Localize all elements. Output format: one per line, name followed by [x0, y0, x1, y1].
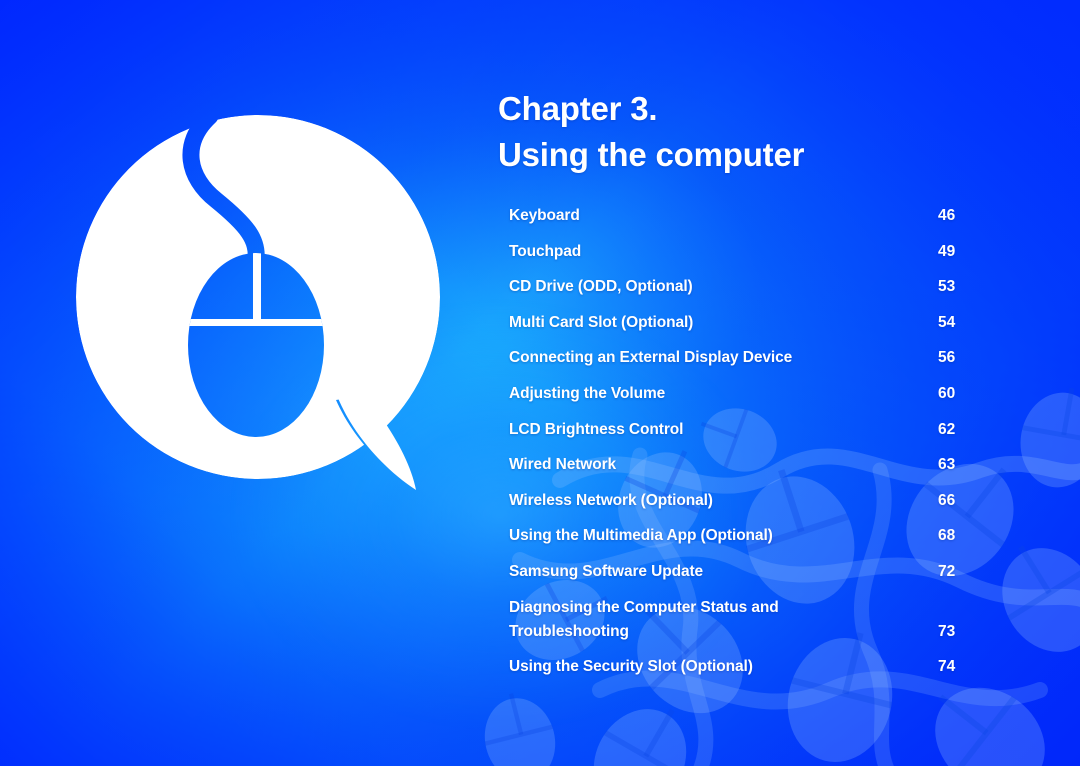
toc-entry-label: Wired Network — [498, 447, 924, 477]
chapter-title-text: Using the computer — [498, 136, 805, 173]
toc-entry[interactable]: CD Drive (ODD, Optional) 53 — [498, 269, 998, 305]
toc-entry[interactable]: Connecting an External Display Device 56 — [498, 340, 998, 376]
page-title: Chapter 3. Using the computer — [498, 86, 1018, 178]
toc-entry-label: CD Drive (ODD, Optional) — [498, 269, 924, 299]
toc-entry-label: Touchpad — [498, 234, 924, 264]
toc-entry-label-line1: Multi Card Slot (Optional) — [509, 313, 694, 331]
toc-entry-page-number: 68 — [938, 527, 956, 545]
toc-entry-label-line1: Connecting an External Display Device — [509, 349, 793, 367]
toc-entry-page-number: 54 — [938, 313, 956, 331]
toc-entry-page-number: 63 — [938, 456, 956, 474]
toc-entry-label: Connecting an External Display Device — [498, 340, 924, 370]
toc-entry-label-line1: Using the Security Slot (Optional) — [509, 657, 753, 675]
toc-entry-page-number: 62 — [938, 420, 956, 438]
table-of-contents: Keyboard 46 Touchpad 49 CD Drive (ODD, Optio… — [498, 198, 998, 684]
toc-entry-label: Wireless Network (Optional) — [498, 483, 924, 513]
toc-entry-page-number: 46 — [938, 207, 956, 224]
toc-entry-label: Keyboard — [498, 198, 924, 228]
toc-entry-label-line1: Diagnosing the Computer Status and — [509, 598, 779, 616]
toc-entry-label-line1: CD Drive (ODD, Optional) — [509, 278, 693, 296]
toc-entry[interactable]: Touchpad 49 — [498, 234, 998, 270]
chapter-cover-page: Chapter 3. Using the computer Keyboard 46… — [0, 0, 1080, 766]
cover-content: Chapter 3. Using the computer Keyboard 46… — [498, 86, 1018, 684]
toc-entry-label: Samsung Software Update — [498, 554, 924, 584]
toc-entry[interactable]: Wireless Network (Optional) 66 — [498, 483, 998, 519]
toc-entry-page-number: 66 — [938, 491, 956, 509]
toc-entry-label: Using the Security Slot (Optional) — [498, 649, 924, 679]
toc-entry-page-number: 74 — [938, 657, 956, 675]
toc-entry-page-number: 49 — [938, 242, 956, 260]
toc-entry-label: LCD Brightness Control — [498, 412, 924, 442]
toc-entry-page-number: 56 — [938, 349, 956, 367]
toc-entry[interactable]: Adjusting the Volume 60 — [498, 376, 998, 412]
toc-entry[interactable]: Diagnosing the Computer Status and Troubl… — [498, 590, 998, 649]
toc-entry[interactable]: Multi Card Slot (Optional) 54 — [498, 305, 998, 341]
toc-entry-label-line2: Troubleshooting — [509, 622, 629, 640]
toc-entry[interactable]: Wired Network 63 — [498, 447, 998, 483]
toc-entry-page-number: 60 — [938, 384, 956, 402]
toc-entry-label: Diagnosing the Computer Status and Troubl… — [498, 590, 924, 644]
mouse-in-circle-illustration — [76, 115, 440, 490]
toc-entry-label-line1: Using the Multimedia App (Optional) — [509, 527, 773, 545]
toc-entry-label-line1: Wired Network — [509, 456, 617, 474]
toc-entry[interactable]: Using the Multimedia App (Optional) 68 — [498, 518, 998, 554]
toc-entry[interactable]: Keyboard 46 — [498, 198, 998, 234]
toc-entry-label: Adjusting the Volume — [498, 376, 924, 406]
toc-entry-label-line1: Keyboard — [509, 207, 580, 224]
toc-entry-label: Multi Card Slot (Optional) — [498, 305, 924, 335]
toc-entry[interactable]: LCD Brightness Control 62 — [498, 412, 998, 448]
toc-entry-page-number: 73 — [938, 622, 956, 640]
chapter-label: Chapter 3. — [498, 90, 658, 127]
toc-entry-label-line1: Samsung Software Update — [509, 562, 704, 580]
toc-entry-label-line1: Adjusting the Volume — [509, 384, 666, 402]
toc-entry-label: Using the Multimedia App (Optional) — [498, 518, 924, 548]
toc-entry-label-line1: LCD Brightness Control — [509, 420, 684, 438]
toc-entry-page-number: 72 — [938, 562, 956, 580]
toc-entry-label-line1: Touchpad — [509, 242, 582, 260]
toc-entry[interactable]: Samsung Software Update 72 — [498, 554, 998, 590]
toc-entry-label-line1: Wireless Network (Optional) — [509, 491, 713, 509]
toc-entry[interactable]: Using the Security Slot (Optional) 74 — [498, 649, 998, 685]
toc-entry-page-number: 53 — [938, 278, 956, 296]
